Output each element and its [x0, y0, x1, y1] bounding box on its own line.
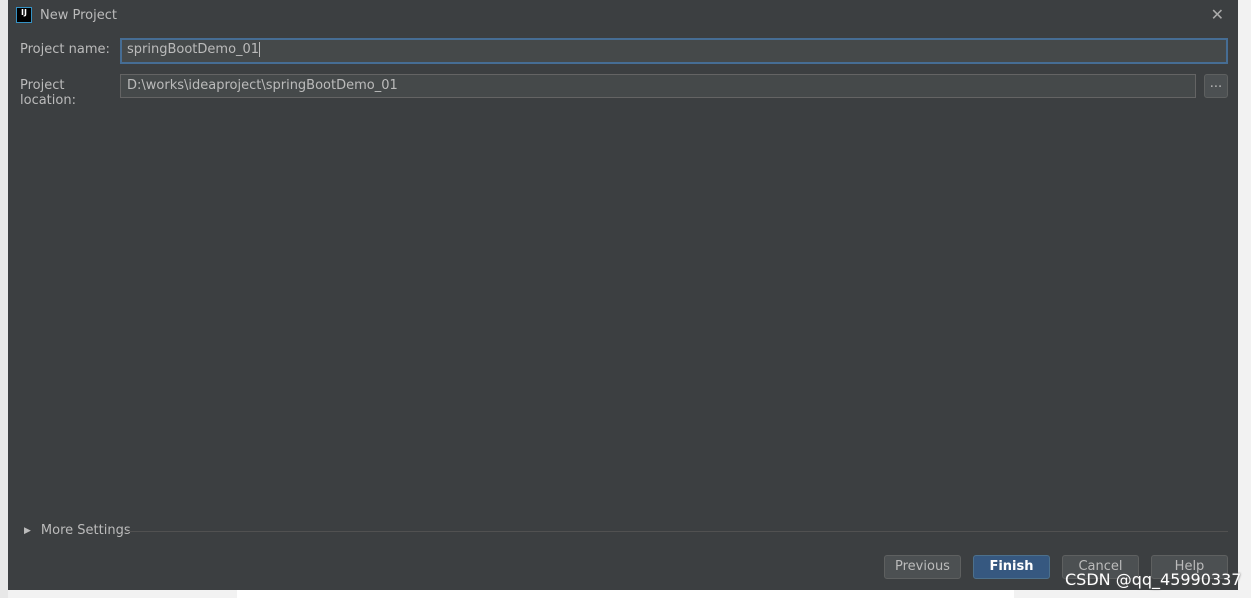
- background-window-bottom: [237, 590, 1014, 598]
- watermark: CSDN @qq_45990337: [1065, 570, 1242, 589]
- new-project-dialog: IJ New Project ✕ Project name: springBoo…: [8, 0, 1238, 590]
- finish-button[interactable]: Finish: [973, 555, 1050, 579]
- divider: [126, 531, 1228, 532]
- intellij-logo-icon: IJ: [16, 7, 32, 23]
- project-location-value: D:\works\ideaproject\springBootDemo_01: [127, 78, 398, 93]
- expand-triangle-icon: ▶: [24, 525, 31, 536]
- more-settings-toggle[interactable]: ▶ More Settings: [24, 523, 131, 538]
- browse-button[interactable]: ...: [1204, 74, 1228, 98]
- close-icon[interactable]: ✕: [1211, 5, 1224, 24]
- text-cursor: [259, 42, 261, 57]
- logo-text: IJ: [21, 8, 27, 17]
- project-location-row: Project location:: [20, 78, 120, 108]
- project-name-value: springBootDemo_01: [127, 42, 260, 57]
- more-settings-label: More Settings: [40, 523, 131, 538]
- project-name-input[interactable]: springBootDemo_01: [120, 38, 1228, 64]
- dialog-title: New Project: [40, 7, 117, 23]
- project-name-label: Project name:: [20, 42, 110, 57]
- project-name-row: Project name:: [20, 42, 120, 57]
- project-location-input[interactable]: D:\works\ideaproject\springBootDemo_01: [120, 74, 1196, 98]
- previous-button[interactable]: Previous: [884, 555, 961, 579]
- background-window: [0, 0, 8, 598]
- title-bar: IJ New Project: [8, 0, 1238, 30]
- project-location-label: Project location:: [20, 78, 76, 108]
